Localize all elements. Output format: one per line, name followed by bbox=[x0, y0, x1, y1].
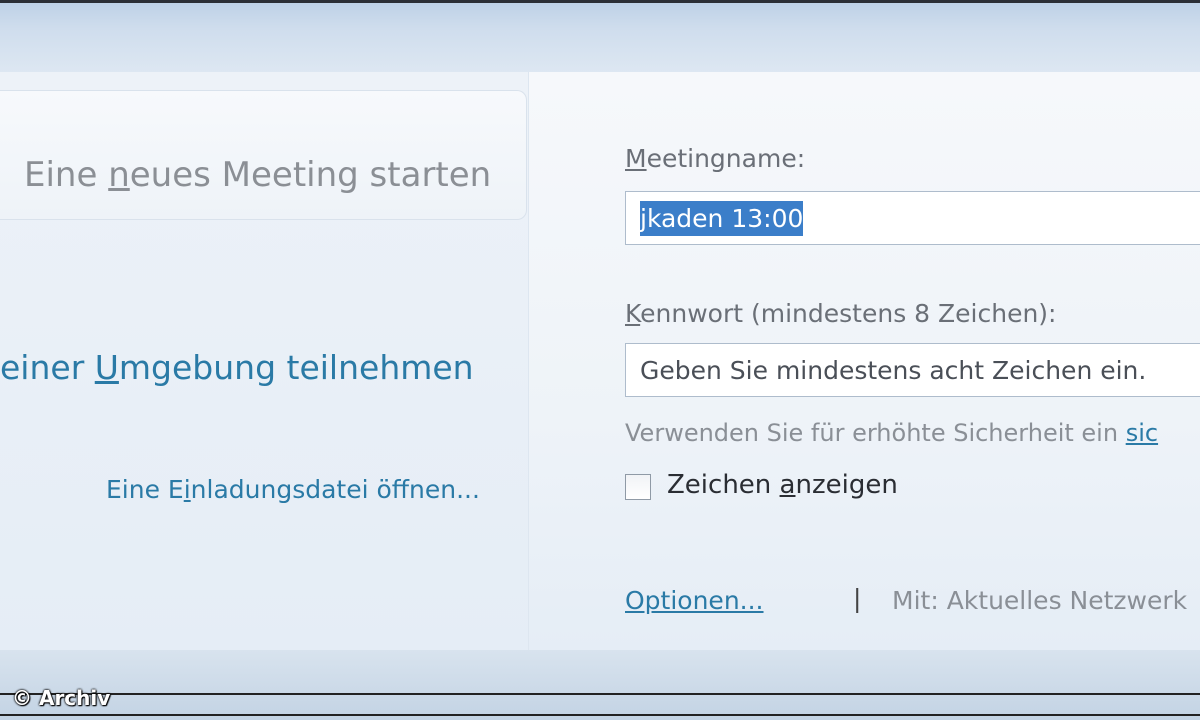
password-placeholder: Geben Sie mindestens acht Zeichen ein. bbox=[640, 356, 1147, 385]
password-label: Kennwort (mindestens 8 Zeichen): bbox=[625, 299, 1057, 328]
start-meeting-card[interactable]: Eine neues Meeting starten bbox=[0, 90, 527, 220]
right-pane: Meetingname: jkaden 13:00 Kennwort (mind… bbox=[528, 72, 1200, 650]
dialog-body: Eine neues Meeting starten einer Umgebun… bbox=[0, 72, 1200, 650]
security-hint-link[interactable]: sic bbox=[1126, 419, 1158, 447]
join-meeting-link[interactable]: einer Umgebung teilnehmen bbox=[0, 348, 520, 387]
window-top-border bbox=[0, 0, 1200, 3]
copyright-watermark: © Archiv bbox=[12, 686, 111, 710]
open-invitation-link[interactable]: Eine Einladungsdatei öffnen... bbox=[106, 475, 480, 504]
meeting-name-input[interactable]: jkaden 13:00 bbox=[625, 191, 1200, 245]
dialog-window: Eine neues Meeting starten einer Umgebun… bbox=[0, 0, 1200, 720]
bottom-bar bbox=[0, 650, 1200, 720]
footer-separator: | bbox=[853, 584, 862, 613]
show-characters-checkbox[interactable] bbox=[625, 474, 651, 500]
start-meeting-label: Eine neues Meeting starten bbox=[24, 155, 492, 195]
left-pane: Eine neues Meeting starten einer Umgebun… bbox=[0, 72, 529, 650]
meeting-name-label: Meetingname: bbox=[625, 144, 806, 173]
show-characters-label: Zeichen anzeigen bbox=[667, 470, 898, 500]
bottom-border-lower bbox=[0, 714, 1200, 716]
network-status: Mit: Aktuelles Netzwerk bbox=[892, 586, 1188, 615]
meeting-name-value: jkaden 13:00 bbox=[640, 201, 804, 236]
options-link[interactable]: Optionen... bbox=[625, 586, 764, 615]
bottom-border bbox=[0, 693, 1200, 695]
password-input[interactable]: Geben Sie mindestens acht Zeichen ein. bbox=[625, 343, 1200, 397]
security-hint: Verwenden Sie für erhöhte Sicherheit ein… bbox=[625, 419, 1159, 447]
